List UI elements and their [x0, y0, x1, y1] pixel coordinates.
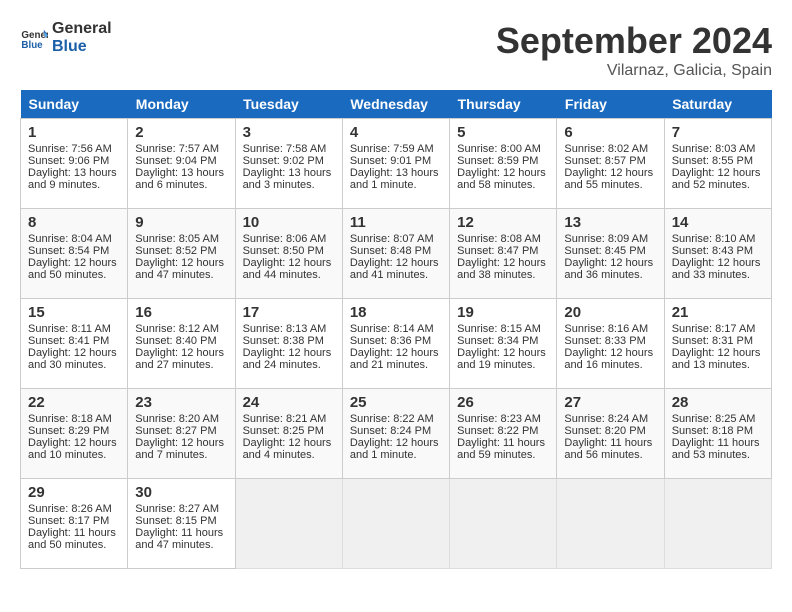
calendar-day-13: 13Sunrise: 8:09 AMSunset: 8:45 PMDayligh…	[557, 209, 664, 299]
calendar-week-4: 22Sunrise: 8:18 AMSunset: 8:29 PMDayligh…	[21, 389, 772, 479]
calendar-day-15: 15Sunrise: 8:11 AMSunset: 8:41 PMDayligh…	[21, 299, 128, 389]
calendar-empty	[450, 479, 557, 569]
calendar-day-4: 4Sunrise: 7:59 AMSunset: 9:01 PMDaylight…	[342, 119, 449, 209]
svg-text:Blue: Blue	[21, 40, 43, 51]
calendar-day-14: 14Sunrise: 8:10 AMSunset: 8:43 PMDayligh…	[664, 209, 771, 299]
logo-line2: Blue	[52, 38, 112, 56]
location-title: Vilarnaz, Galicia, Spain	[496, 62, 772, 80]
calendar-day-22: 22Sunrise: 8:18 AMSunset: 8:29 PMDayligh…	[21, 389, 128, 479]
calendar-day-20: 20Sunrise: 8:16 AMSunset: 8:33 PMDayligh…	[557, 299, 664, 389]
calendar-day-6: 6Sunrise: 8:02 AMSunset: 8:57 PMDaylight…	[557, 119, 664, 209]
calendar-day-2: 2Sunrise: 7:57 AMSunset: 9:04 PMDaylight…	[128, 119, 235, 209]
day-header-saturday: Saturday	[664, 90, 771, 119]
calendar-day-1: 1Sunrise: 7:56 AMSunset: 9:06 PMDaylight…	[21, 119, 128, 209]
calendar-table: SundayMondayTuesdayWednesdayThursdayFrid…	[20, 90, 772, 569]
logo-icon: General Blue	[20, 24, 48, 52]
calendar-empty	[342, 479, 449, 569]
calendar-week-2: 8Sunrise: 8:04 AMSunset: 8:54 PMDaylight…	[21, 209, 772, 299]
day-header-thursday: Thursday	[450, 90, 557, 119]
calendar-day-7: 7Sunrise: 8:03 AMSunset: 8:55 PMDaylight…	[664, 119, 771, 209]
calendar-day-10: 10Sunrise: 8:06 AMSunset: 8:50 PMDayligh…	[235, 209, 342, 299]
calendar-day-30: 30Sunrise: 8:27 AMSunset: 8:15 PMDayligh…	[128, 479, 235, 569]
calendar-day-16: 16Sunrise: 8:12 AMSunset: 8:40 PMDayligh…	[128, 299, 235, 389]
calendar-body: 1Sunrise: 7:56 AMSunset: 9:06 PMDaylight…	[21, 119, 772, 569]
calendar-day-21: 21Sunrise: 8:17 AMSunset: 8:31 PMDayligh…	[664, 299, 771, 389]
calendar-empty	[235, 479, 342, 569]
calendar-day-8: 8Sunrise: 8:04 AMSunset: 8:54 PMDaylight…	[21, 209, 128, 299]
day-header-monday: Monday	[128, 90, 235, 119]
logo: General Blue General Blue	[20, 20, 112, 56]
calendar-day-12: 12Sunrise: 8:08 AMSunset: 8:47 PMDayligh…	[450, 209, 557, 299]
calendar-empty	[557, 479, 664, 569]
calendar-day-28: 28Sunrise: 8:25 AMSunset: 8:18 PMDayligh…	[664, 389, 771, 479]
month-title: September 2024	[496, 20, 772, 62]
calendar-day-17: 17Sunrise: 8:13 AMSunset: 8:38 PMDayligh…	[235, 299, 342, 389]
calendar-day-3: 3Sunrise: 7:58 AMSunset: 9:02 PMDaylight…	[235, 119, 342, 209]
calendar-day-19: 19Sunrise: 8:15 AMSunset: 8:34 PMDayligh…	[450, 299, 557, 389]
calendar-day-9: 9Sunrise: 8:05 AMSunset: 8:52 PMDaylight…	[128, 209, 235, 299]
title-block: September 2024 Vilarnaz, Galicia, Spain	[496, 20, 772, 80]
calendar-day-18: 18Sunrise: 8:14 AMSunset: 8:36 PMDayligh…	[342, 299, 449, 389]
calendar-empty	[664, 479, 771, 569]
calendar-day-5: 5Sunrise: 8:00 AMSunset: 8:59 PMDaylight…	[450, 119, 557, 209]
page-header: General Blue General Blue September 2024…	[20, 20, 772, 80]
calendar-day-26: 26Sunrise: 8:23 AMSunset: 8:22 PMDayligh…	[450, 389, 557, 479]
calendar-day-24: 24Sunrise: 8:21 AMSunset: 8:25 PMDayligh…	[235, 389, 342, 479]
calendar-week-1: 1Sunrise: 7:56 AMSunset: 9:06 PMDaylight…	[21, 119, 772, 209]
calendar-day-11: 11Sunrise: 8:07 AMSunset: 8:48 PMDayligh…	[342, 209, 449, 299]
day-header-tuesday: Tuesday	[235, 90, 342, 119]
calendar-day-29: 29Sunrise: 8:26 AMSunset: 8:17 PMDayligh…	[21, 479, 128, 569]
calendar-day-25: 25Sunrise: 8:22 AMSunset: 8:24 PMDayligh…	[342, 389, 449, 479]
day-header-sunday: Sunday	[21, 90, 128, 119]
calendar-day-23: 23Sunrise: 8:20 AMSunset: 8:27 PMDayligh…	[128, 389, 235, 479]
calendar-week-3: 15Sunrise: 8:11 AMSunset: 8:41 PMDayligh…	[21, 299, 772, 389]
calendar-week-5: 29Sunrise: 8:26 AMSunset: 8:17 PMDayligh…	[21, 479, 772, 569]
day-header-friday: Friday	[557, 90, 664, 119]
logo-line1: General	[52, 20, 112, 38]
calendar-day-27: 27Sunrise: 8:24 AMSunset: 8:20 PMDayligh…	[557, 389, 664, 479]
day-header-wednesday: Wednesday	[342, 90, 449, 119]
calendar-header-row: SundayMondayTuesdayWednesdayThursdayFrid…	[21, 90, 772, 119]
